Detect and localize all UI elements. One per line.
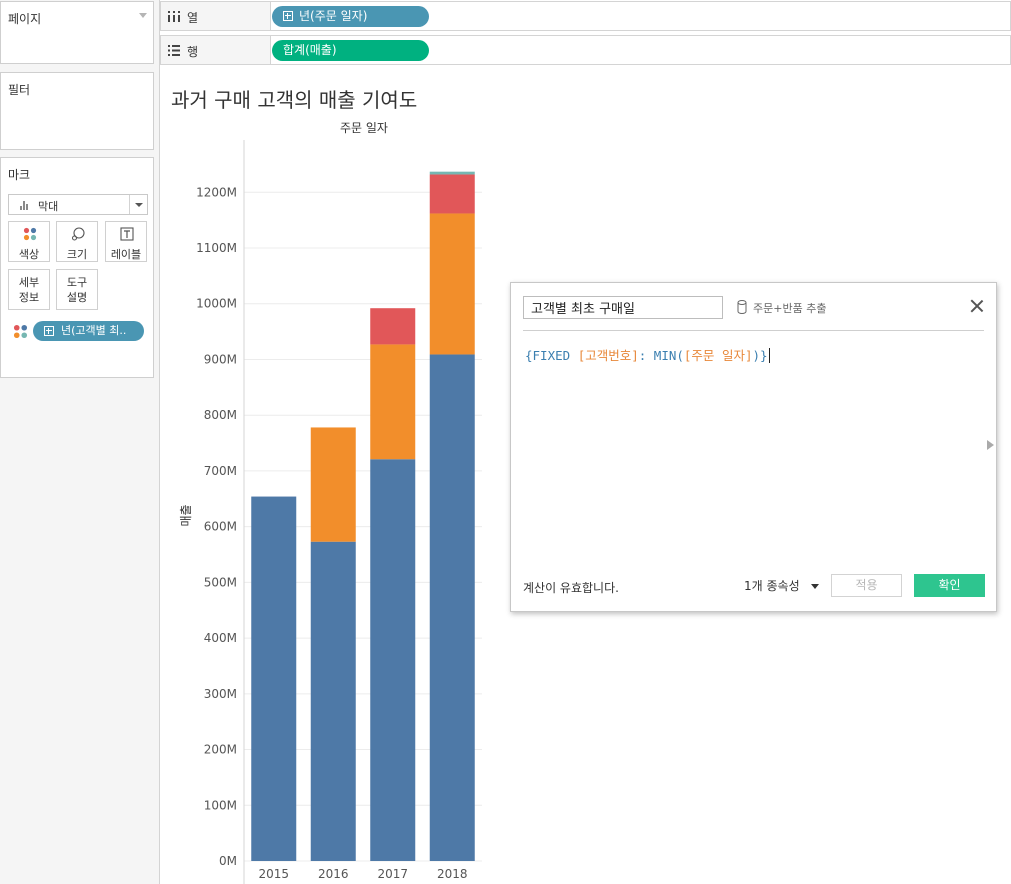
formula-field-date: [주문 일자]: [683, 348, 753, 363]
rows-shelf: 행 합계(매출): [160, 35, 1011, 65]
y-tick-label: 400M: [204, 631, 237, 645]
chevron-down-icon[interactable]: [811, 584, 819, 589]
rows-field-pill-label: 합계(매출): [283, 43, 337, 57]
dialog-divider: [523, 330, 984, 331]
x-tick-label: 2015: [258, 867, 289, 881]
columns-shelf-label: 열: [187, 11, 199, 25]
columns-field-pill-label: 년(주문 일자): [299, 9, 368, 23]
color-icon: [23, 227, 37, 241]
datasource-label: 주문+반품 추출: [753, 302, 827, 315]
rows-field-pill[interactable]: 합계(매출): [272, 40, 429, 61]
bar-segment-2016-0[interactable]: [310, 541, 356, 861]
formula-editor[interactable]: {FIXED [고객번호]: MIN([주문 일자])}: [525, 345, 770, 364]
database-icon: [737, 300, 747, 314]
detail-button-label: 세부 정보: [18, 276, 40, 304]
sheet-title: 과거 구매 고객의 매출 기여도: [171, 88, 418, 112]
expand-arrow-icon[interactable]: [987, 440, 994, 450]
dependencies-dropdown[interactable]: 1개 종속성: [744, 577, 800, 594]
y-tick-label: 500M: [204, 575, 237, 589]
y-tick-label: 0M: [219, 854, 237, 868]
y-tick-label: 200M: [204, 743, 237, 757]
filters-card[interactable]: 필터: [0, 72, 154, 150]
formula-keyword: {FIXED: [525, 348, 578, 363]
columns-icon: [168, 11, 180, 22]
bar-chart-icon: [20, 201, 30, 210]
formula-function: : MIN(: [638, 348, 684, 363]
y-tick-label: 800M: [204, 408, 237, 422]
marks-card-title: 마크: [8, 168, 31, 182]
calculation-name-input[interactable]: [523, 296, 723, 319]
tooltip-button-label: 도구 설명: [66, 276, 88, 304]
tooltip-button[interactable]: 도구 설명: [56, 269, 98, 310]
bar-segment-2018-1[interactable]: [429, 213, 475, 355]
bar-layer: [251, 171, 475, 861]
pages-card-menu-icon[interactable]: [139, 13, 147, 18]
bar-segment-2016-1[interactable]: [310, 427, 356, 542]
columns-shelf: 열 년(주문 일자): [160, 1, 1011, 31]
ok-button[interactable]: 확인: [914, 574, 985, 597]
mark-type-dropdown[interactable]: 막대: [8, 194, 148, 215]
color-button-label: 색상: [18, 248, 40, 261]
y-axis-label: 매출: [179, 504, 193, 526]
bar-chart: 주문 일자매출 0M 100M 200M 300M 400M 500M 600M 700M 800…: [179, 121, 482, 884]
mark-type-label: 막대: [38, 200, 59, 213]
color-field-pill-label: 년(고객별 최..: [61, 324, 127, 337]
y-tick-label: 600M: [204, 520, 237, 534]
x-tick-label: 2018: [437, 867, 468, 881]
text-label-icon: [120, 227, 134, 241]
apply-button[interactable]: 적용: [831, 574, 902, 597]
color-button[interactable]: 색상: [8, 221, 50, 262]
calculation-editor-dialog: 주문+반품 추출 {FIXED [고객번호]: MIN([주문 일자])} 계산…: [510, 282, 997, 612]
left-panel: 페이지 필터 마크 막대 색상 크기 레이블 세부 정보 도구 설명 년(고객별…: [0, 0, 160, 884]
bar-segment-2017-1[interactable]: [370, 344, 416, 460]
size-button-label: 크기: [66, 248, 88, 261]
x-tick-label: 2017: [377, 867, 408, 881]
size-icon: [71, 227, 85, 241]
rows-shelf-label: 행: [187, 45, 199, 59]
close-icon[interactable]: [970, 299, 984, 313]
expand-plus-icon[interactable]: [283, 11, 293, 21]
y-tick-label: 1000M: [196, 297, 237, 311]
bar-segment-2017-0[interactable]: [370, 459, 416, 861]
label-button[interactable]: 레이블: [105, 221, 147, 262]
bar-segment-2015-0[interactable]: [251, 496, 297, 861]
color-encoding-icon: [13, 324, 28, 339]
y-tick-label: 1100M: [196, 241, 237, 255]
bar-segment-2018-3[interactable]: [429, 171, 475, 175]
label-button-label: 레이블: [110, 248, 142, 261]
color-field-pill[interactable]: 년(고객별 최..: [33, 321, 144, 341]
bar-segment-2018-2[interactable]: [429, 174, 475, 214]
y-tick-label: 1200M: [196, 185, 237, 199]
bar-segment-2017-2[interactable]: [370, 308, 416, 345]
columns-field-pill[interactable]: 년(주문 일자): [272, 6, 429, 27]
formula-field-customer: [고객번호]: [577, 348, 639, 363]
y-tick-label: 100M: [204, 798, 237, 812]
pages-card[interactable]: 페이지: [0, 1, 154, 64]
x-tick-label: 2016: [318, 867, 349, 881]
marks-card: 마크 막대 색상 크기 레이블 세부 정보 도구 설명 년(고객별 최..: [0, 157, 154, 378]
rows-icon: [168, 45, 180, 56]
filters-card-title: 필터: [8, 83, 31, 97]
chevron-down-icon[interactable]: [129, 195, 147, 214]
pages-card-title: 페이지: [8, 12, 42, 26]
expand-plus-icon[interactable]: [44, 326, 54, 336]
y-tick-label: 300M: [204, 687, 237, 701]
y-tick-label: 700M: [204, 464, 237, 478]
detail-button[interactable]: 세부 정보: [8, 269, 50, 310]
chart-title: 주문 일자: [340, 121, 388, 135]
bar-segment-2018-0[interactable]: [429, 354, 475, 861]
text-cursor: [768, 348, 770, 363]
y-tick-label: 900M: [204, 352, 237, 366]
formula-close: )}: [752, 348, 768, 363]
size-button[interactable]: 크기: [56, 221, 98, 262]
validation-status: 계산이 유효합니다.: [523, 581, 619, 595]
